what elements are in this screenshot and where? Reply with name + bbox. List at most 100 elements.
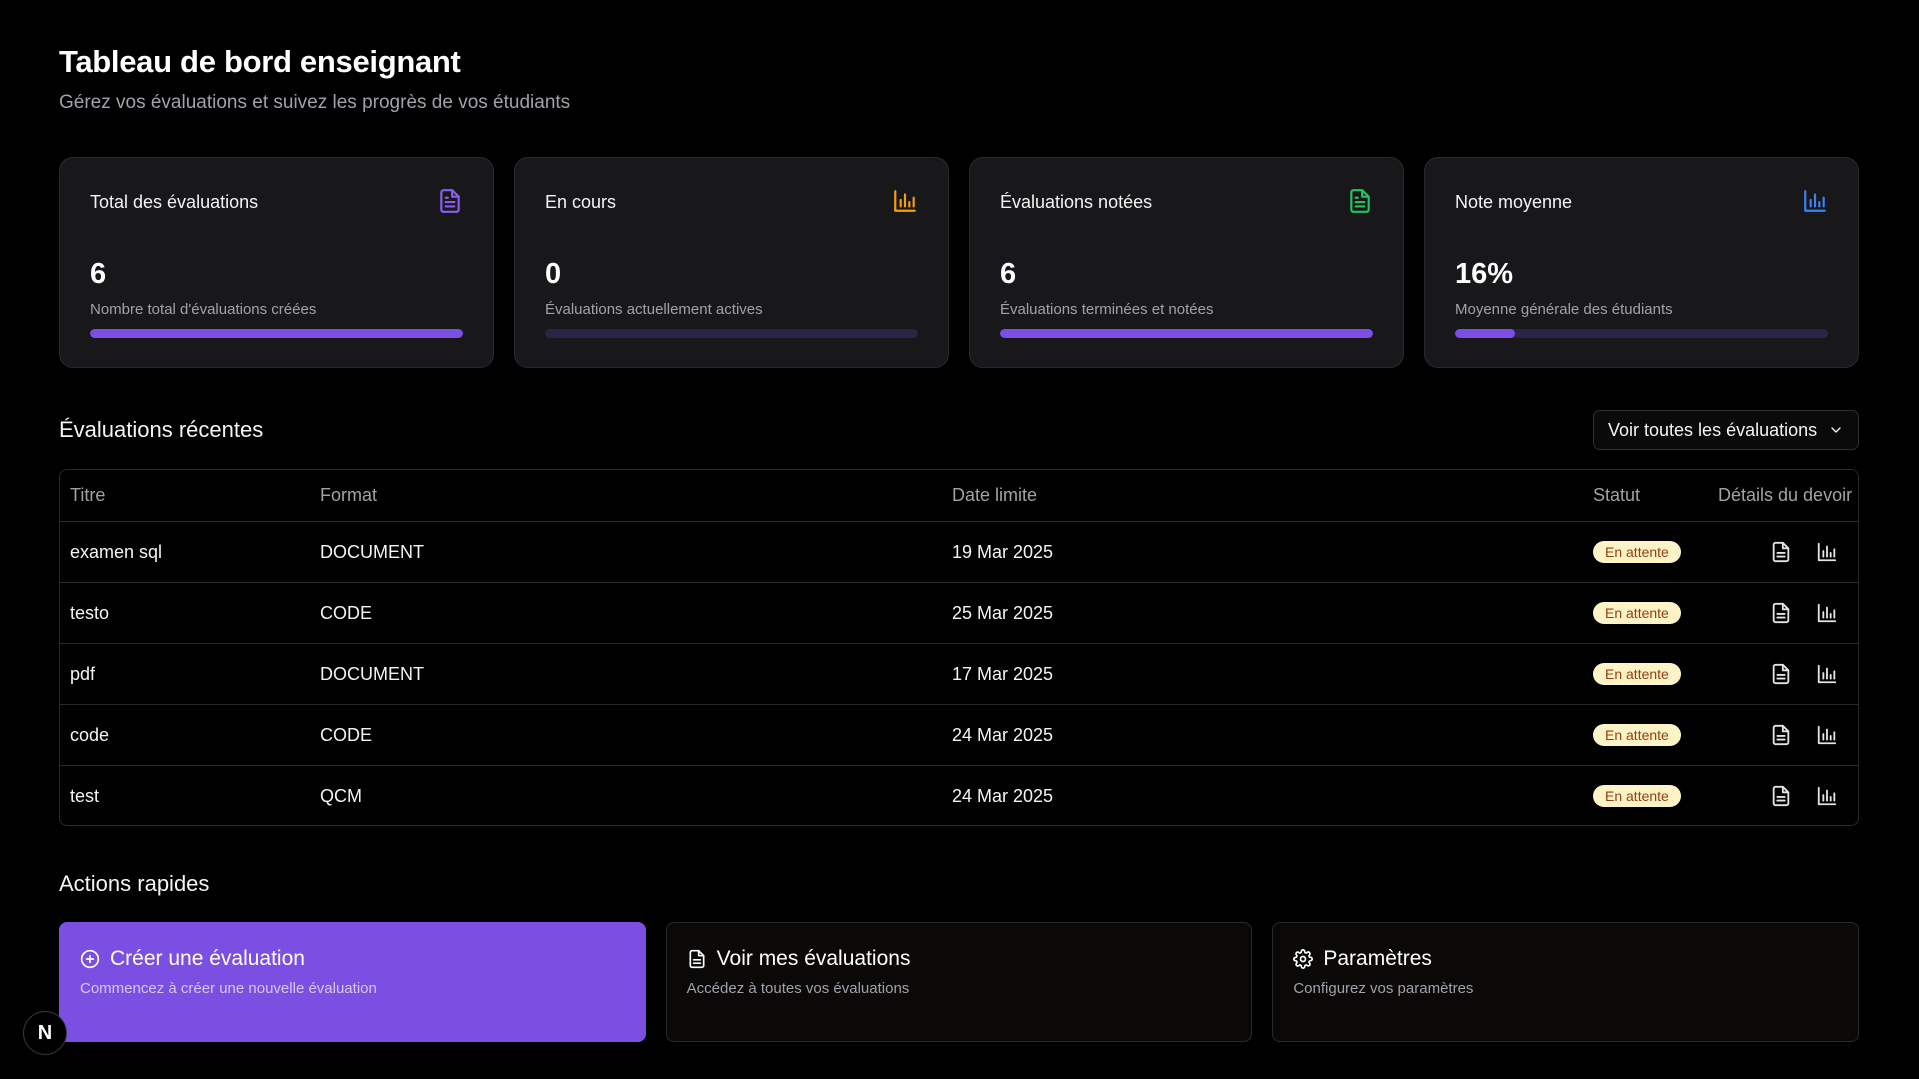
stat-progress-fill [1000,329,1373,338]
row-title: examen sql [70,541,163,562]
bar-chart-icon [1804,190,1826,212]
action-label: Créer une évaluation [110,947,305,970]
row-date: 17 Mar 2025 [952,663,1054,684]
stat-card-average: Note moyenne 16% Moyenne générale des ét… [1424,157,1859,368]
table-row: examen sql DOCUMENT 19 Mar 2025 En atten… [60,521,1858,582]
stat-value: 6 [90,258,107,290]
row-date: 24 Mar 2025 [952,785,1054,806]
table-row: pdf DOCUMENT 17 Mar 2025 En attente [60,643,1858,704]
plus-circle-icon [80,949,100,969]
quick-actions-title: Actions rapides [59,871,210,896]
document-icon[interactable] [1770,663,1792,685]
teacher-dashboard: Tableau de bord enseignant Gérez vos éva… [0,0,1919,1079]
view-evaluations-button[interactable]: Voir mes évaluations Accédez à toutes vo… [665,922,1253,1042]
row-actions [1770,644,1838,704]
stat-card-total: Total des évaluations 6 Nombre total d'é… [59,157,494,368]
document-icon[interactable] [1770,724,1792,746]
column-header-date: Date limite [952,485,1038,505]
row-actions [1770,583,1838,643]
stat-card-in-progress: En cours 0 Évaluations actuellement acti… [514,157,949,368]
page-subtitle: Gérez vos évaluations et suivez les prog… [59,92,571,113]
status-badge: En attente [1593,724,1681,746]
gear-icon [1293,949,1314,969]
column-header-details: Détails du devoir [1718,485,1853,505]
status-badge: En attente [1593,602,1681,624]
stat-progress-bar [90,329,463,338]
row-format: QCM [320,785,362,806]
row-date: 25 Mar 2025 [952,602,1054,623]
stat-value: 0 [545,258,562,290]
row-status-cell: En attente [1593,522,1681,582]
chevron-down-icon [1831,427,1841,433]
row-format: CODE [320,724,373,745]
stat-progress-bar [1455,329,1828,338]
bar-chart-icon[interactable] [1816,541,1838,563]
document-icon [1350,189,1370,213]
column-header-format: Format [320,485,378,505]
stat-label: En cours [545,192,617,212]
stat-progress-bar [545,329,918,338]
settings-button[interactable]: Paramètres Configurez vos paramètres [1272,922,1860,1042]
row-status-cell: En attente [1593,583,1681,643]
table-row: test QCM 24 Mar 2025 En attente [60,765,1858,825]
stat-value: 6 [1000,258,1017,290]
action-head: Paramètres [1293,947,1432,971]
row-date: 24 Mar 2025 [952,724,1054,745]
stat-label: Note moyenne [1455,192,1573,212]
bar-chart-icon[interactable] [1816,663,1838,685]
document-icon [440,189,460,213]
row-actions [1770,766,1838,825]
stat-description: Nombre total d'évaluations créées [90,301,317,318]
action-head: Voir mes évaluations [687,947,911,971]
stat-description: Évaluations terminées et notées [1000,301,1214,318]
action-label: Voir mes évaluations [716,947,911,970]
row-format: CODE [320,602,373,623]
bar-chart-icon[interactable] [1816,724,1838,746]
page-title: Tableau de bord enseignant [59,44,461,79]
stats-row: Total des évaluations 6 Nombre total d'é… [59,157,1859,368]
document-icon[interactable] [1770,785,1792,807]
stat-label: Total des évaluations [90,192,259,212]
row-format: DOCUMENT [320,663,424,684]
stat-progress-fill [1455,329,1515,338]
action-description: Commencez à créer une nouvelle évaluatio… [80,980,377,997]
create-evaluation-button[interactable]: Créer une évaluation Commencez à créer u… [59,922,646,1042]
row-actions [1770,705,1838,765]
action-head: Créer une évaluation [80,947,305,971]
quick-actions-row: Créer une évaluation Commencez à créer u… [59,922,1860,1042]
column-header-title: Titre [70,485,106,505]
status-badge: En attente [1593,785,1681,807]
bar-chart-icon[interactable] [1816,602,1838,624]
table-row: testo CODE 25 Mar 2025 En attente [60,582,1858,643]
status-badge: En attente [1593,663,1681,685]
stat-description: Évaluations actuellement actives [545,301,763,318]
stat-card-graded: Évaluations notées 6 Évaluations terminé… [969,157,1404,368]
stat-description: Moyenne générale des étudiants [1455,301,1673,318]
action-label: Paramètres [1323,947,1432,970]
document-icon [689,949,705,969]
recent-section-title: Évaluations récentes [59,417,264,442]
status-badge: En attente [1593,541,1681,563]
document-icon[interactable] [1770,541,1792,563]
row-title: testo [70,602,110,623]
document-icon[interactable] [1770,602,1792,624]
recent-evaluations-table: Titre Format Date limite Statut Détails … [59,469,1859,826]
row-actions [1770,522,1838,582]
row-title: pdf [70,663,96,684]
stat-label: Évaluations notées [1000,192,1153,212]
row-format: DOCUMENT [320,541,424,562]
view-all-label: Voir toutes les évaluations [1608,419,1818,440]
bar-chart-icon[interactable] [1816,785,1838,807]
row-title: test [70,785,100,806]
column-header-status: Statut [1593,485,1641,505]
view-all-dropdown[interactable]: Voir toutes les évaluations [1593,410,1859,450]
bar-chart-icon [894,190,916,212]
stat-progress-bar [1000,329,1373,338]
row-status-cell: En attente [1593,766,1681,825]
row-title: code [70,724,110,745]
row-status-cell: En attente [1593,705,1681,765]
dev-tools-badge[interactable]: N [23,1011,67,1055]
table-row: code CODE 24 Mar 2025 En attente [60,704,1858,765]
stat-progress-fill [90,329,463,338]
stat-value: 16% [1455,258,1514,290]
